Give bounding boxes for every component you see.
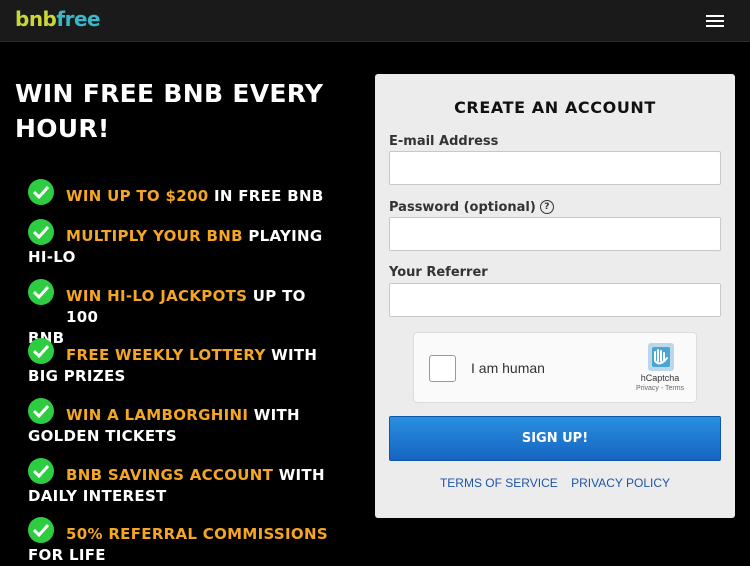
- feature-highlight: WIN UP TO $200: [66, 187, 209, 205]
- feature-highlight: BNB SAVINGS ACCOUNT: [66, 466, 274, 484]
- feature-rest: WITH: [273, 466, 325, 484]
- check-icon: [28, 458, 54, 484]
- captcha-label: I am human: [471, 360, 545, 376]
- referrer-field[interactable]: [389, 283, 721, 317]
- email-field[interactable]: [389, 151, 721, 185]
- page-headline: WIN FREE BNB EVERY HOUR!: [15, 76, 355, 146]
- feature-continuation: BIG PRIZES: [28, 367, 126, 385]
- check-icon: [28, 517, 54, 543]
- feature-continuation: FOR LIFE: [28, 546, 106, 564]
- email-label: E-mail Address: [389, 134, 499, 149]
- captcha-links[interactable]: Privacy - Terms: [628, 385, 692, 392]
- feature-item: FREE WEEKLY LOTTERY WITH BIG PRIZES: [28, 338, 318, 385]
- referrer-label: Your Referrer: [389, 265, 488, 280]
- feature-highlight: MULTIPLY YOUR BNB: [66, 227, 243, 245]
- hcaptcha-logo-icon: [648, 343, 674, 371]
- check-icon: [28, 219, 54, 245]
- feature-highlight: FREE WEEKLY LOTTERY: [66, 346, 266, 364]
- feature-item: WIN A LAMBORGHINI WITH GOLDEN TICKETS: [28, 398, 300, 445]
- password-field[interactable]: [389, 217, 721, 251]
- feature-continuation: GOLDEN TICKETS: [28, 427, 178, 445]
- privacy-link[interactable]: PRIVACY POLICY: [571, 476, 670, 490]
- feature-continuation: DAILY INTEREST: [28, 487, 167, 505]
- headline-line1: WIN FREE BNB EVERY: [15, 79, 324, 108]
- feature-highlight: WIN HI-LO JACKPOTS: [66, 287, 248, 305]
- feature-rest: WITH: [248, 406, 300, 424]
- feature-rest: WITH: [265, 346, 318, 364]
- feature-highlight: 50% REFERRAL COMMISSIONS: [66, 525, 328, 543]
- logo-part1: bnb: [15, 7, 57, 31]
- check-icon: [28, 179, 54, 205]
- feature-item: WIN UP TO $200 IN FREE BNB: [28, 179, 324, 205]
- hamburger-menu-icon[interactable]: [706, 14, 724, 28]
- feature-item: 50% REFERRAL COMMISSIONS FOR LIFE: [28, 517, 328, 564]
- terms-link[interactable]: TERMS OF SERVICE: [440, 476, 558, 490]
- feature-item: BNB SAVINGS ACCOUNT WITH DAILY INTEREST: [28, 458, 325, 505]
- site-logo[interactable]: bnbfree: [15, 7, 101, 31]
- password-label: Password (optional): [389, 200, 536, 215]
- hcaptcha-widget: I am human hCaptcha Privacy - Terms: [413, 332, 697, 403]
- captcha-checkbox[interactable]: [429, 355, 456, 382]
- headline-line2: HOUR!: [15, 114, 110, 143]
- check-icon: [28, 338, 54, 364]
- feature-rest: IN FREE BNB: [208, 187, 324, 205]
- feature-continuation: HI-LO: [28, 248, 76, 266]
- form-title: CREATE AN ACCOUNT: [454, 98, 656, 117]
- hero-section: WIN FREE BNB EVERY HOUR! WIN UP TO $200 …: [15, 76, 355, 564]
- feature-item: MULTIPLY YOUR BNB PLAYING HI-LO: [28, 219, 323, 266]
- signup-card: CREATE AN ACCOUNT E-mail Address Passwor…: [375, 74, 735, 518]
- top-navbar: bnbfree: [0, 0, 750, 42]
- feature-item: WIN HI-LO JACKPOTS UP TO 100 BNB: [28, 279, 338, 347]
- check-icon: [28, 279, 54, 305]
- captcha-brand: hCaptcha: [640, 373, 680, 383]
- signup-button[interactable]: SIGN UP!: [389, 416, 721, 461]
- logo-part2: free: [56, 7, 101, 31]
- help-icon[interactable]: ?: [539, 199, 554, 214]
- check-icon: [28, 398, 54, 424]
- feature-rest: PLAYING: [242, 227, 323, 245]
- feature-highlight: WIN A LAMBORGHINI: [66, 406, 249, 424]
- password-label-row: Password (optional)?: [389, 199, 554, 215]
- footer-links: TERMS OF SERVICE PRIVACY POLICY: [375, 476, 735, 490]
